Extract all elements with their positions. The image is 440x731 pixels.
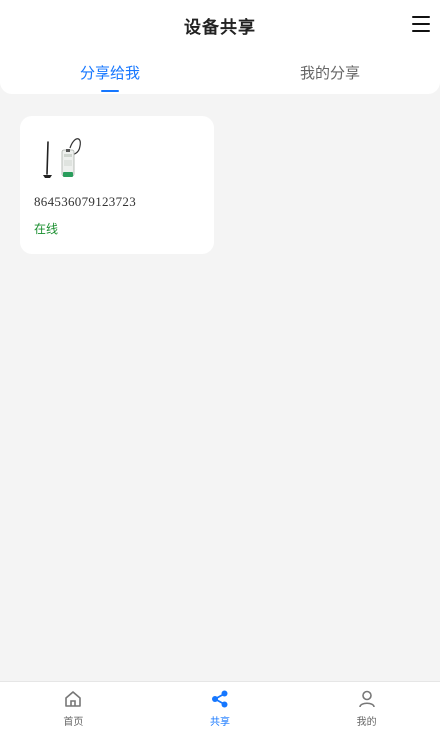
user-icon — [358, 690, 375, 708]
tab-shared-to-me[interactable]: 分享给我 — [0, 50, 220, 94]
page-title: 设备共享 — [184, 17, 256, 38]
status-badge: 在线 — [34, 222, 59, 236]
share-icon — [212, 690, 228, 708]
app-root: 设备共享 分享给我 我的分享 864536079123723 在线 首页 共享 … — [0, 0, 440, 731]
header-bar: 设备共享 — [0, 0, 440, 50]
tab-label: 我的分享 — [299, 63, 360, 82]
device-id: 864536079123723 — [34, 194, 136, 209]
nav-label: 我的 — [356, 717, 377, 728]
nav-item-share[interactable]: 共享 — [147, 682, 294, 731]
tab-label: 分享给我 — [79, 63, 140, 82]
menu-icon[interactable] — [412, 16, 430, 32]
nav-item-home[interactable]: 首页 — [0, 682, 147, 731]
dtu-antenna-device-icon — [43, 138, 81, 178]
tab-my-shares[interactable]: 我的分享 — [220, 50, 440, 94]
home-icon — [65, 691, 82, 707]
bottom-nav: 首页 共享 我的 — [0, 681, 440, 731]
nav-label: 首页 — [63, 717, 84, 728]
active-tab-indicator — [101, 90, 119, 92]
nav-item-profile[interactable]: 我的 — [293, 682, 440, 731]
device-card[interactable]: 864536079123723 在线 — [20, 116, 214, 254]
tab-bar: 分享给我 我的分享 — [0, 50, 440, 94]
nav-label: 共享 — [210, 717, 230, 728]
